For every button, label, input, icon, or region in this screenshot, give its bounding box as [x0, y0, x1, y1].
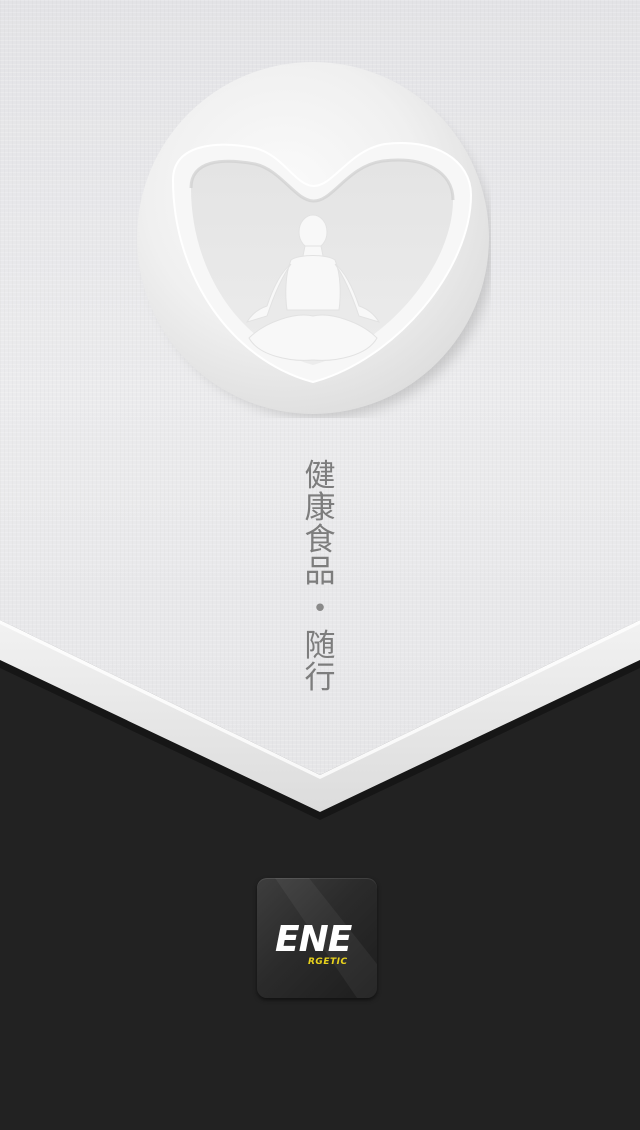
logo-wordmark-main: ENE — [275, 919, 353, 960]
tagline-char: 品 — [304, 554, 336, 590]
energetic-logo-icon: ENE RGETIC — [257, 878, 377, 998]
tagline-char: 健 — [304, 458, 336, 494]
tagline-char: 康 — [304, 490, 336, 526]
tagline-char: 随 — [304, 628, 336, 664]
tagline-char: 食 — [304, 522, 336, 558]
logo-wordmark: ENE RGETIC — [275, 919, 354, 967]
tagline-separator: • — [312, 594, 328, 624]
meditation-heart-icon — [137, 62, 491, 418]
logo-wordmark-sub: RGETIC — [308, 957, 348, 967]
tagline-char: 行 — [304, 660, 336, 696]
tagline: 健 康 食 品 • 随 行 — [296, 460, 344, 694]
splash-screen: 健 康 食 品 • 随 行 ENE RGETIC — [0, 0, 640, 1130]
